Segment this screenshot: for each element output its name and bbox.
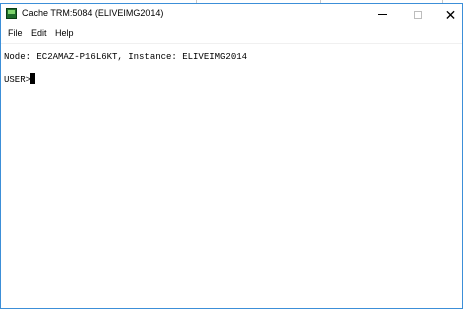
menu-bar: File Edit Help [1,25,462,44]
terminal-output[interactable]: Node: EC2AMAZ-P16L6KT, Instance: ELIVEIM… [1,44,462,308]
title-bar[interactable]: Cache TRM:5084 (ELIVEIMG2014) ✕ [1,4,462,25]
text-cursor [30,73,35,84]
maximize-button[interactable] [401,4,434,25]
prompt-line: USER> [4,75,32,85]
terminal-app-icon[interactable] [6,8,17,19]
background-window: s c [462,0,474,311]
terminal-window[interactable]: Cache TRM:5084 (ELIVEIMG2014) ✕ File Edi… [0,3,463,309]
menu-edit[interactable]: Edit [31,28,47,38]
node-info-line: Node: EC2AMAZ-P16L6KT, Instance: ELIVEIM… [4,52,248,62]
close-button[interactable]: ✕ [434,4,467,25]
minimize-button[interactable] [366,4,399,25]
menu-file[interactable]: File [8,28,23,38]
close-icon: ✕ [444,6,457,23]
maximize-icon [413,10,422,19]
window-title: Cache TRM:5084 (ELIVEIMG2014) [22,8,164,18]
screen: s c Cache TRM:5084 (ELIVEIMG2014) ✕ File… [0,0,474,311]
minimize-icon [378,14,387,15]
menu-help[interactable]: Help [55,28,74,38]
